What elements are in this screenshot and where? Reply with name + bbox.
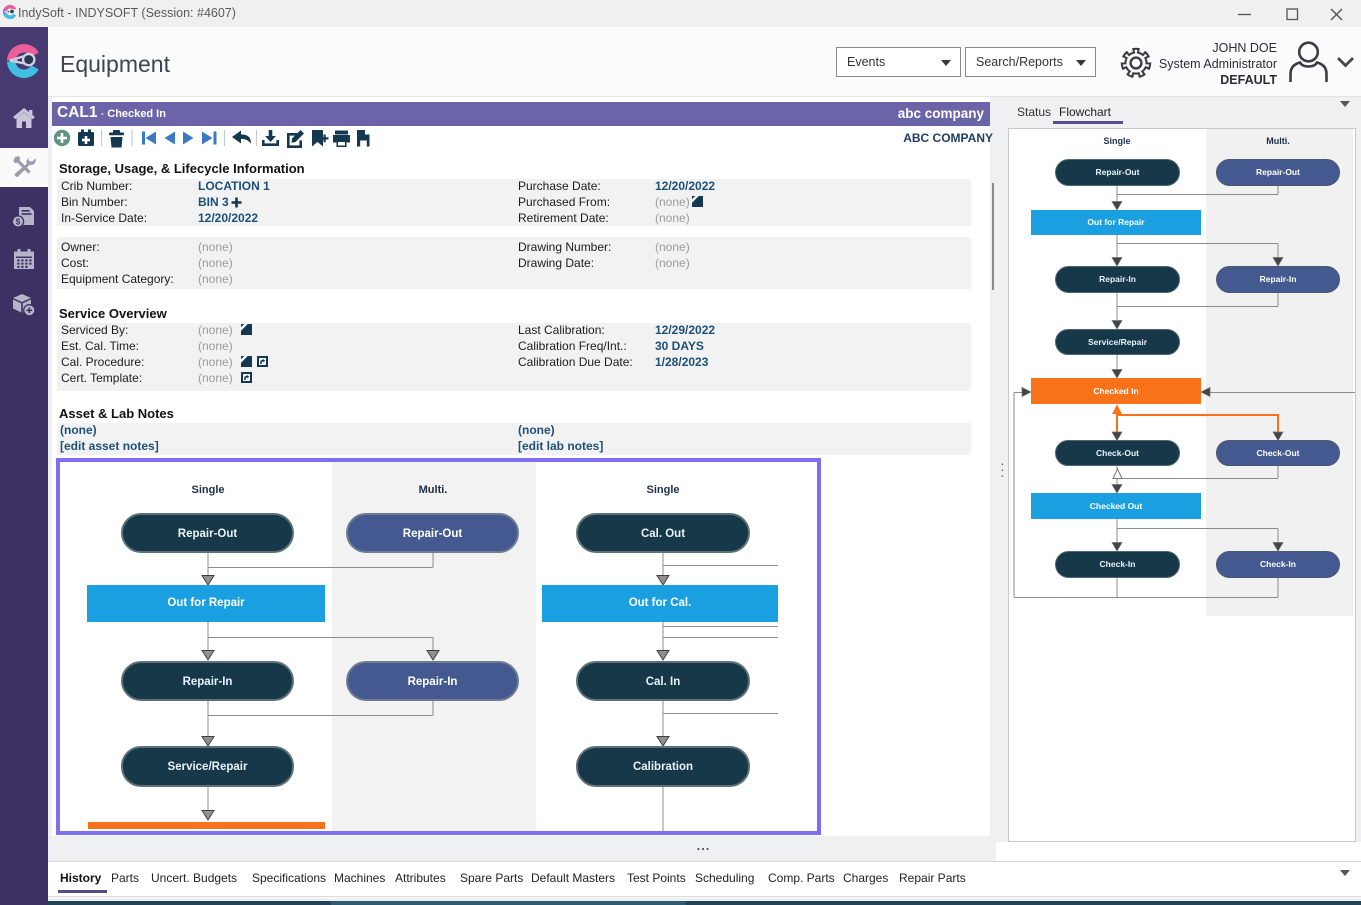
svg-text:$: $ bbox=[16, 218, 21, 227]
